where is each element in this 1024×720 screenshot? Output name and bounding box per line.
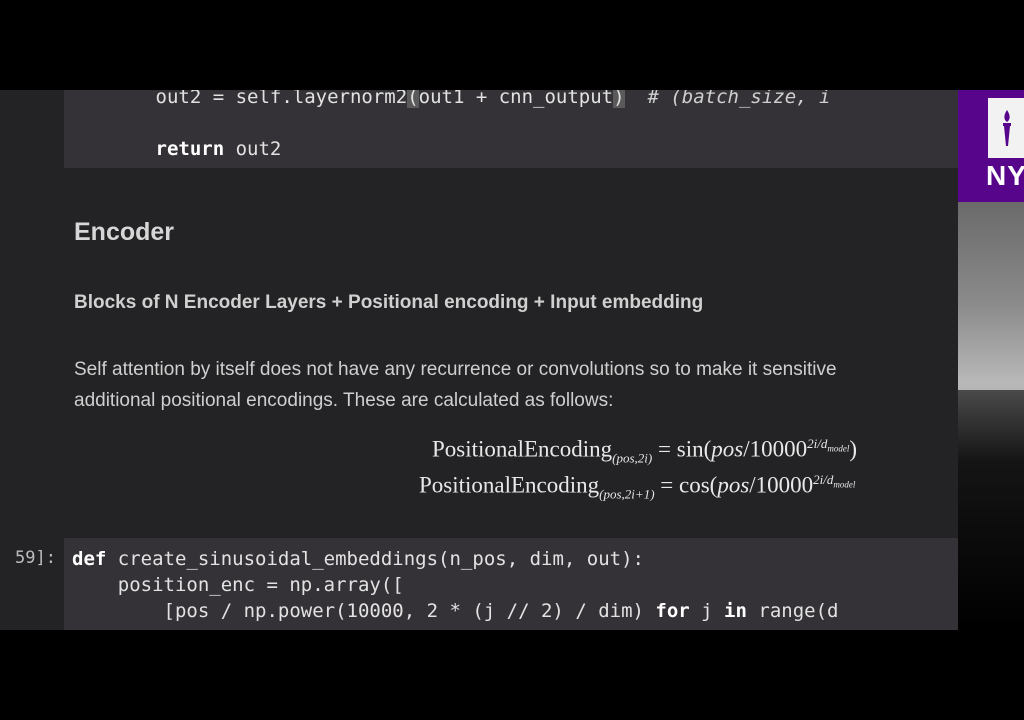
- formula-exponent: 2i/dmodel: [807, 436, 850, 454]
- code-keyword: in: [724, 600, 747, 622]
- formula-pos: pos: [711, 436, 744, 462]
- logo-box: [986, 96, 1024, 160]
- markdown-subheading: Blocks of N Encoder Layers + Positional …: [74, 292, 704, 313]
- paragraph-line: Self attention by itself does not have a…: [74, 359, 837, 380]
- markdown-heading: Encoder: [74, 218, 175, 246]
- code-cell-sinusoidal[interactable]: def create_sinusoidal_embeddings(n_pos, …: [64, 538, 964, 630]
- formula-cos: PositionalEncoding(pos,2i+1) = cos(pos/1…: [419, 472, 855, 502]
- code-line-def: def create_sinusoidal_embeddings(n_pos, …: [72, 548, 644, 570]
- markdown-paragraph: Self attention by itself does not have a…: [74, 354, 974, 416]
- code-keyword: def: [72, 548, 107, 570]
- code-text: [pos / np.power(10000, 2 * (j // 2) / di…: [72, 600, 656, 622]
- code-text: out1 + cnn_output: [418, 90, 614, 108]
- cell-prompt: 59]:: [15, 548, 56, 568]
- formula-sin: PositionalEncoding(pos,2i) = sin(pos/100…: [432, 436, 857, 466]
- formula-subscript: (pos,2i+1): [599, 486, 655, 502]
- notebook-screen: out2 = self.layernorm2(out1 + cnn_output…: [0, 90, 1024, 630]
- code-text: out2 = self.layernorm2: [155, 90, 408, 108]
- matched-bracket-open: (: [407, 90, 419, 108]
- formula-equals: = cos(: [654, 472, 718, 498]
- paragraph-line: additional positional encodings. These a…: [74, 390, 614, 411]
- code-line-return: return out2: [64, 138, 282, 160]
- code-keyword: for: [655, 600, 690, 622]
- formula-exponent: 2i/dmodel: [813, 472, 856, 490]
- formula-pos: pos: [717, 472, 750, 498]
- webcam-overlay: NY: [958, 90, 1024, 630]
- formula-subscript: (pos,2i): [612, 450, 653, 466]
- code-text: create_sinusoidal_embeddings(n_pos, dim,…: [106, 548, 644, 570]
- code-text: position_enc = np.array([: [72, 574, 404, 596]
- torch-icon: [1003, 110, 1011, 146]
- nyu-logo: NY: [958, 90, 1024, 202]
- formula-div: /10000: [743, 436, 808, 462]
- exponent-subscript: model: [827, 443, 850, 454]
- logo-text: NY: [986, 160, 1024, 191]
- code-comment: # (batch_size, i: [624, 90, 831, 108]
- code-line-out2: out2 = self.layernorm2(out1 + cnn_output…: [64, 90, 830, 108]
- matched-bracket-close: ): [613, 90, 625, 108]
- formula-name: PositionalEncoding: [432, 436, 613, 462]
- formula-name: PositionalEncoding: [419, 472, 600, 498]
- presenter-shadow: [958, 390, 1024, 630]
- code-keyword: return: [155, 138, 225, 160]
- exponent-subscript: model: [833, 479, 856, 490]
- exponent-text: 2i/d: [813, 472, 834, 487]
- formula-equals: = sin(: [652, 436, 712, 462]
- code-line-position-enc: position_enc = np.array([: [72, 574, 404, 596]
- code-text: j: [689, 600, 725, 622]
- code-line-list-comprehension: [pos / np.power(10000, 2 * (j // 2) / di…: [72, 600, 839, 622]
- code-cell-layernorm[interactable]: out2 = self.layernorm2(out1 + cnn_output…: [64, 90, 964, 168]
- code-text: range(d: [746, 600, 839, 622]
- code-text: out2: [224, 138, 282, 160]
- formula-div: /10000: [749, 472, 814, 498]
- exponent-text: 2i/d: [807, 436, 828, 451]
- formula-tail: ): [849, 436, 857, 462]
